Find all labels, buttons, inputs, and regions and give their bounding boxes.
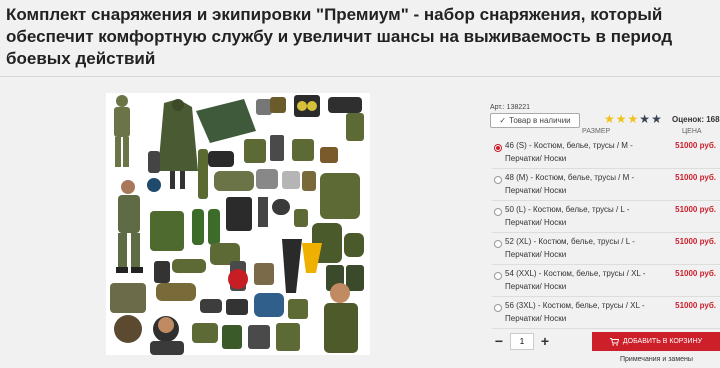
size-option[interactable]: 50 (L) - Костюм, белье, трусы / L - Перч… [492,202,720,233]
size-option[interactable]: 52 (XL) - Костюм, белье, трусы / L - Пер… [492,234,720,265]
cart-icon [609,337,619,346]
size-option[interactable]: 46 (S) - Костюм, белье, трусы / М - Перч… [492,138,720,169]
size-option-label: 46 (S) - Костюм, белье, трусы / М - Перч… [505,141,633,163]
quantity-stepper: − + [490,333,554,350]
size-option-label: 50 (L) - Костюм, белье, трусы / L - Перч… [505,205,630,227]
star-empty-icon[interactable]: ★ [651,113,662,126]
check-icon: ✓ [499,116,507,125]
size-option-label: 56 (3XL) - Костюм, белье, трусы / XL - П… [505,301,645,323]
size-option-price: 51000 руб. [675,301,716,310]
add-to-cart-label: ДОБАВИТЬ В КОРЗИНУ [622,338,703,345]
size-option-price: 51000 руб. [675,237,716,246]
quantity-increase-button[interactable]: + [536,333,554,350]
product-image[interactable] [106,93,370,355]
star-empty-icon[interactable]: ★ [639,113,650,126]
star-icon[interactable]: ★ [616,113,627,126]
size-option-label: 54 (XXL) - Костюм, белье, трусы / XL - П… [505,269,646,291]
radio-button[interactable] [494,144,502,152]
size-option-label: 52 (XL) - Костюм, белье, трусы / L - Пер… [505,237,635,259]
radio-button[interactable] [494,176,502,184]
size-option[interactable]: 48 (M) - Костюм, белье, трусы / М - Перч… [492,170,720,201]
gear-collage-image [110,95,364,355]
size-option-label: 48 (M) - Костюм, белье, трусы / М - Перч… [505,173,635,195]
notes-link[interactable]: Примечания и замены [620,356,693,363]
size-option-price: 51000 руб. [675,269,716,278]
quantity-input[interactable] [510,333,534,350]
column-header-price: ЦЕНА [682,128,702,135]
column-header-size: РАЗМЕР [582,128,611,135]
sku-label: Арт.: 138221 [490,104,531,111]
size-option-price: 51000 руб. [675,173,716,182]
size-option[interactable]: 54 (XXL) - Костюм, белье, трусы / XL - П… [492,266,720,297]
radio-button[interactable] [494,208,502,216]
radio-button[interactable] [494,240,502,248]
rating-stars[interactable]: ★ ★ ★ ★ ★ [604,113,662,126]
radio-button[interactable] [494,272,502,280]
stock-badge: ✓ Товар в наличии [490,113,580,128]
product-title: Комплект снаряжения и экипировки "Премиу… [6,5,673,68]
size-option[interactable]: 56 (3XL) - Костюм, белье, трусы / XL - П… [492,298,720,329]
radio-button[interactable] [494,304,502,312]
rating-count: Оценок: 168 [672,115,720,124]
star-icon[interactable]: ★ [628,113,639,126]
stock-label: Товар в наличии [509,116,571,125]
size-option-price: 51000 руб. [675,141,716,150]
divider [0,76,720,77]
star-icon[interactable]: ★ [604,113,615,126]
quantity-decrease-button[interactable]: − [490,333,508,350]
add-to-cart-button[interactable]: ДОБАВИТЬ В КОРЗИНУ [592,332,720,351]
size-option-price: 51000 руб. [675,205,716,214]
